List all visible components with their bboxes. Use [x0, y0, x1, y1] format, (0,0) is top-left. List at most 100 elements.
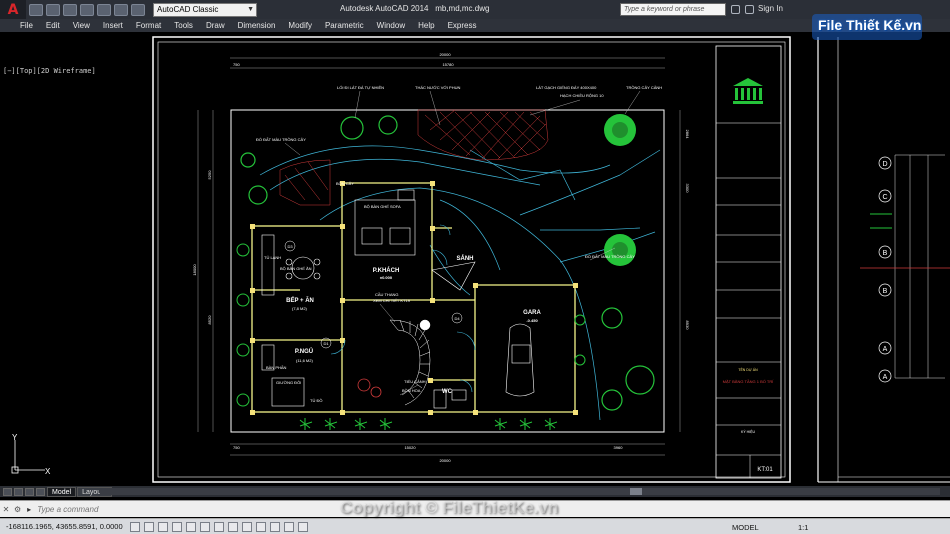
menu-tools[interactable]: Tools: [174, 21, 193, 30]
menu-file[interactable]: File: [20, 21, 33, 30]
svg-text:TIỂU CẢNH: TIỂU CẢNH: [404, 379, 426, 384]
doors: [330, 224, 476, 393]
menu-insert[interactable]: Insert: [103, 21, 123, 30]
window-title: Autodesk AutoCAD 2014 mb,md,mc.dwg: [340, 4, 490, 13]
svg-text:750: 750: [233, 445, 240, 450]
autocad-window: A AutoCAD Classic ▼ Autodesk AutoCAD 201…: [0, 0, 950, 534]
svg-text:D4: D4: [454, 316, 460, 321]
svg-text:D3: D3: [287, 244, 293, 249]
title-bar: A AutoCAD Classic ▼ Autodesk AutoCAD 201…: [0, 0, 950, 19]
menu-bar: File Edit View Insert Format Tools Draw …: [0, 19, 950, 32]
menu-express[interactable]: Express: [448, 21, 477, 30]
dynamic-ucs-icon[interactable]: [242, 521, 252, 532]
horizontal-scrollbar[interactable]: [100, 488, 940, 495]
menu-dimension[interactable]: Dimension: [238, 21, 276, 30]
object-snap-tracking-icon[interactable]: [228, 521, 238, 532]
3d-object-snap-icon[interactable]: [214, 521, 224, 532]
svg-text:15780: 15780: [442, 62, 454, 67]
autocad-app-icon[interactable]: A: [0, 0, 26, 19]
open-file-icon[interactable]: [46, 3, 60, 16]
polar-tracking-icon[interactable]: [186, 521, 196, 532]
title-sheet-label: KÝ HIỆU: [741, 429, 755, 434]
lineweight-icon[interactable]: [270, 521, 280, 532]
adjacent-sheet: D C B B A A: [817, 37, 950, 483]
binoculars-icon[interactable]: [731, 5, 740, 14]
ortho-mode-icon[interactable]: [172, 521, 182, 532]
menu-parametric[interactable]: Parametric: [325, 21, 364, 30]
redo-icon[interactable]: [131, 3, 145, 16]
svg-text:5250: 5250: [207, 170, 212, 180]
room-bedroom: P.NGỦ: [295, 348, 313, 355]
floor-plan-drawing: TÊN DỰ ÁN MẶT BẰNG TẦNG 1 BỐ TRÍ KÝ HIỆU…: [11, 36, 950, 483]
room-lobby: SẢNH: [456, 255, 473, 262]
svg-text:BỘ BÀN GHẾ SOFA: BỘ BÀN GHẾ SOFA: [364, 204, 401, 209]
settings-icon[interactable]: ⚙: [14, 505, 21, 514]
chevron-down-icon: ▼: [247, 5, 254, 13]
save-icon[interactable]: [63, 3, 77, 16]
dynamic-input-icon[interactable]: [256, 521, 266, 532]
svg-text:TRỒNG CÂY CẢNH: TRỒNG CÂY CẢNH: [626, 85, 662, 90]
tab-next-icon[interactable]: [25, 487, 34, 496]
svg-text:20000: 20000: [439, 52, 451, 57]
svg-text:THÁC NƯỚC VỚI PHUN: THÁC NƯỚC VỚI PHUN: [415, 85, 461, 90]
model-space-toggle[interactable]: MODEL: [732, 523, 759, 532]
tab-model[interactable]: Model: [47, 486, 77, 497]
leader-lines: [284, 90, 641, 396]
user-icon[interactable]: [745, 5, 754, 14]
svg-text:750: 750: [233, 62, 240, 67]
svg-text:(7,8 M2): (7,8 M2): [292, 306, 308, 311]
room-living: P.KHÁCH: [373, 267, 400, 274]
print-icon[interactable]: [97, 3, 111, 16]
annotation-scale[interactable]: 1:1: [798, 523, 808, 532]
workspace-select[interactable]: AutoCAD Classic ▼: [153, 2, 257, 17]
grid-display-icon[interactable]: [158, 521, 168, 532]
workspace-value: AutoCAD Classic: [157, 4, 219, 14]
object-snap-icon[interactable]: [200, 521, 210, 532]
ucs-axis-icon: Y X: [11, 433, 51, 476]
menu-modify[interactable]: Modify: [288, 21, 312, 30]
svg-text:(11,6 M2): (11,6 M2): [296, 358, 313, 363]
sign-in-button[interactable]: Sign In: [758, 4, 783, 13]
axis-label-a2: A: [883, 374, 888, 381]
title-project-label: TÊN DỰ ÁN: [738, 367, 758, 372]
menu-window[interactable]: Window: [377, 21, 405, 30]
menu-format[interactable]: Format: [136, 21, 161, 30]
menu-help[interactable]: Help: [418, 21, 434, 30]
menu-view[interactable]: View: [73, 21, 90, 30]
cursor-coordinates: -168116.1965, 43655.8591, 0.0000: [6, 522, 123, 531]
tab-last-icon[interactable]: [36, 487, 45, 496]
svg-text:TỦ LẠNH: TỦ LẠNH: [264, 255, 281, 260]
save-as-icon[interactable]: [80, 3, 94, 16]
search-input[interactable]: Type a keyword or phrase: [620, 3, 726, 16]
drawing-notes: LỐI ĐI LÁT ĐÁ TỰ NHIÊN THÁC NƯỚC VỚI PHU…: [256, 85, 662, 403]
undo-icon[interactable]: [114, 3, 128, 16]
transparency-icon[interactable]: [284, 521, 294, 532]
scrollbar-thumb[interactable]: [630, 488, 642, 495]
menu-draw[interactable]: Draw: [206, 21, 225, 30]
drawing-canvas[interactable]: TÊN DỰ ÁN MẶT BẰNG TẦNG 1 BỐ TRÍ KÝ HIỆU…: [0, 32, 950, 486]
svg-text:2864: 2864: [685, 130, 690, 140]
quick-properties-icon[interactable]: [298, 521, 308, 532]
infer-constraints-icon[interactable]: [130, 521, 140, 532]
svg-text:LÁT GẠCH GIẾNG ĐÁY 400X400: LÁT GẠCH GIẾNG ĐÁY 400X400: [536, 85, 597, 90]
svg-text:BÀN PHẤN: BÀN PHẤN: [266, 365, 287, 370]
viewport-controls[interactable]: [−][Top][2D Wireframe]: [3, 67, 96, 75]
svg-text:X: X: [45, 467, 51, 476]
svg-text:D1: D1: [323, 341, 329, 346]
brand-logo-text: File Thiết Kế.vn: [818, 17, 922, 33]
close-icon[interactable]: ✕: [0, 505, 12, 514]
snap-mode-icon[interactable]: [144, 521, 154, 532]
tab-first-icon[interactable]: [3, 487, 12, 496]
lobby-landing: [431, 261, 476, 291]
command-input[interactable]: [37, 504, 238, 514]
svg-text:Y: Y: [12, 433, 18, 442]
svg-text:8520: 8520: [207, 315, 212, 325]
room-garage: GARA: [523, 310, 541, 316]
axis-label-b2: B: [883, 288, 888, 295]
new-file-icon[interactable]: [29, 3, 43, 16]
tab-prev-icon[interactable]: [14, 487, 23, 496]
landscape-lines: [259, 145, 661, 421]
svg-text:ĐỔ ĐẤT MÀU TRỒNG CÂY: ĐỔ ĐẤT MÀU TRỒNG CÂY: [585, 254, 635, 259]
svg-text:15020: 15020: [404, 445, 416, 450]
menu-edit[interactable]: Edit: [46, 21, 60, 30]
